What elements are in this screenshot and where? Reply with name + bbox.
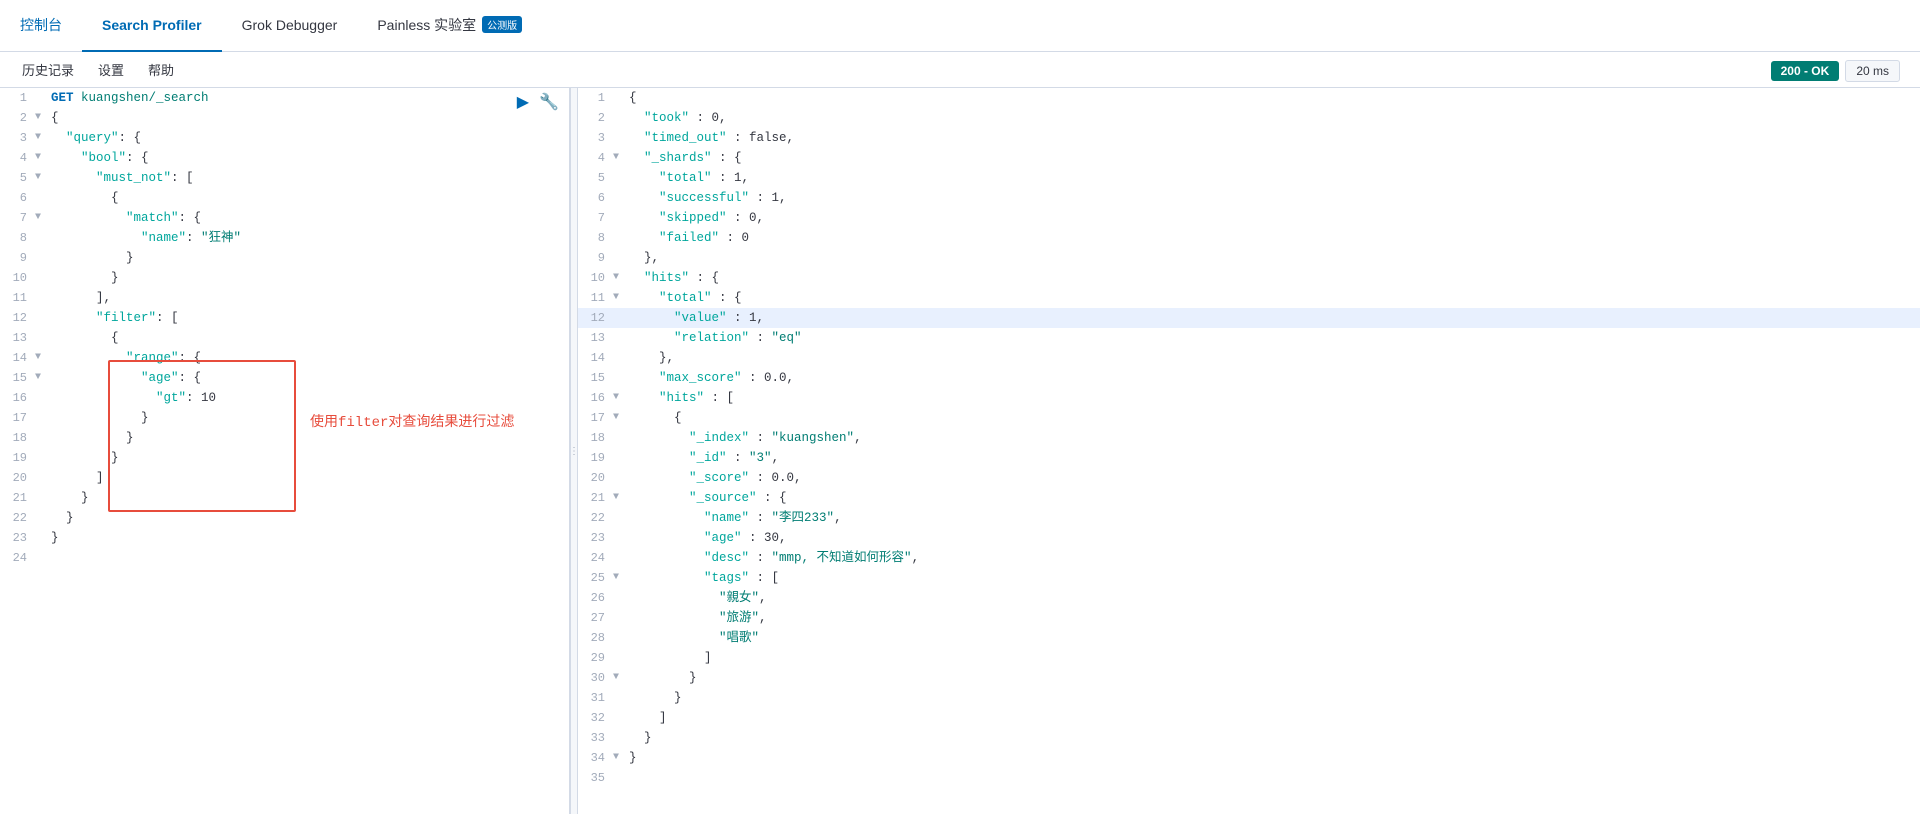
left-editor-panel: ▶ 🔧 使用filter对查询结果进行过滤 1 GET kuangshen/_s… <box>0 88 570 814</box>
right-line-7: 7 "skipped" : 0, <box>578 208 1920 228</box>
code-line-2: 2 ▼ { <box>0 108 569 128</box>
code-line-16: 16 "gt": 10 <box>0 388 569 408</box>
code-line-9: 9 } <box>0 248 569 268</box>
beta-badge: 公测版 <box>482 16 522 33</box>
right-line-22: 22 "name" : "李四233", <box>578 508 1920 528</box>
code-line-21: 21 } <box>0 488 569 508</box>
code-line-8: 8 "name": "狂神" <box>0 228 569 248</box>
right-editor-panel[interactable]: 1 { 2 "took" : 0, 3 "timed_out" : false,… <box>578 88 1920 814</box>
right-line-29: 29 ] <box>578 648 1920 668</box>
code-line-14: 14 ▼ "range": { <box>0 348 569 368</box>
code-line-1: 1 GET kuangshen/_search <box>0 88 569 108</box>
tab-grok-debugger[interactable]: Grok Debugger <box>222 0 358 52</box>
code-line-3: 3 ▼ "query": { <box>0 128 569 148</box>
settings-button[interactable]: 设置 <box>88 56 134 83</box>
status-time-badge: 20 ms <box>1845 60 1900 82</box>
right-line-2: 2 "took" : 0, <box>578 108 1920 128</box>
right-line-33: 33 } <box>578 728 1920 748</box>
right-line-15: 15 "max_score" : 0.0, <box>578 368 1920 388</box>
code-line-7: 7 ▼ "match": { <box>0 208 569 228</box>
code-line-12: 12 "filter": [ <box>0 308 569 328</box>
right-line-23: 23 "age" : 30, <box>578 528 1920 548</box>
code-line-6: 6 { <box>0 188 569 208</box>
right-line-10: 10 ▼ "hits" : { <box>578 268 1920 288</box>
right-line-4: 4 ▼ "_shards" : { <box>578 148 1920 168</box>
status-ok-badge: 200 - OK <box>1771 61 1840 81</box>
right-line-31: 31 } <box>578 688 1920 708</box>
code-line-11: 11 ], <box>0 288 569 308</box>
right-line-1: 1 { <box>578 88 1920 108</box>
code-line-17: 17 } <box>0 408 569 428</box>
right-line-12: 12 "value" : 1, <box>578 308 1920 328</box>
right-line-17: 17 ▼ { <box>578 408 1920 428</box>
right-line-9: 9 }, <box>578 248 1920 268</box>
code-line-24: 24 <box>0 548 569 568</box>
right-line-18: 18 "_index" : "kuangshen", <box>578 428 1920 448</box>
right-line-5: 5 "total" : 1, <box>578 168 1920 188</box>
code-line-15: 15 ▼ "age": { <box>0 368 569 388</box>
code-line-13: 13 { <box>0 328 569 348</box>
run-button[interactable]: ▶ <box>515 90 531 114</box>
panel-divider[interactable]: ⋮ <box>570 88 578 814</box>
right-line-21: 21 ▼ "_source" : { <box>578 488 1920 508</box>
right-line-20: 20 "_score" : 0.0, <box>578 468 1920 488</box>
history-button[interactable]: 历史记录 <box>12 56 84 83</box>
right-line-26: 26 "親女", <box>578 588 1920 608</box>
main-content: ▶ 🔧 使用filter对查询结果进行过滤 1 GET kuangshen/_s… <box>0 88 1920 814</box>
wrench-button[interactable]: 🔧 <box>537 90 561 114</box>
secondary-nav: 历史记录 设置 帮助 <box>0 52 1920 88</box>
help-button[interactable]: 帮助 <box>138 56 184 83</box>
right-line-25: 25 ▼ "tags" : [ <box>578 568 1920 588</box>
right-line-30: 30 ▼ } <box>578 668 1920 688</box>
tab-search-profiler[interactable]: Search Profiler <box>82 0 222 52</box>
right-line-11: 11 ▼ "total" : { <box>578 288 1920 308</box>
right-line-32: 32 ] <box>578 708 1920 728</box>
right-line-19: 19 "_id" : "3", <box>578 448 1920 468</box>
right-line-14: 14 }, <box>578 348 1920 368</box>
right-line-13: 13 "relation" : "eq" <box>578 328 1920 348</box>
top-nav: 控制台 Search Profiler Grok Debugger Painle… <box>0 0 1920 52</box>
right-line-8: 8 "failed" : 0 <box>578 228 1920 248</box>
code-line-19: 19 } <box>0 448 569 468</box>
right-line-34: 34 ▼ } <box>578 748 1920 768</box>
editor-toolbar: ▶ 🔧 <box>515 90 561 114</box>
right-line-28: 28 "唱歌" <box>578 628 1920 648</box>
code-line-4: 4 ▼ "bool": { <box>0 148 569 168</box>
code-line-10: 10 } <box>0 268 569 288</box>
right-line-24: 24 "desc" : "mmp, 不知道如何形容", <box>578 548 1920 568</box>
right-line-6: 6 "successful" : 1, <box>578 188 1920 208</box>
code-line-18: 18 } <box>0 428 569 448</box>
code-line-5: 5 ▼ "must_not": [ <box>0 168 569 188</box>
code-line-22: 22 } <box>0 508 569 528</box>
status-bar: 200 - OK 20 ms <box>1771 60 1900 82</box>
right-line-3: 3 "timed_out" : false, <box>578 128 1920 148</box>
code-line-20: 20 ] <box>0 468 569 488</box>
tab-painless-lab[interactable]: Painless 实验室 公测版 <box>357 0 542 52</box>
right-line-27: 27 "旅游", <box>578 608 1920 628</box>
left-editor[interactable]: ▶ 🔧 使用filter对查询结果进行过滤 1 GET kuangshen/_s… <box>0 88 569 814</box>
code-line-23: 23 } <box>0 528 569 548</box>
tab-console[interactable]: 控制台 <box>0 0 82 52</box>
right-line-16: 16 ▼ "hits" : [ <box>578 388 1920 408</box>
right-line-35: 35 <box>578 768 1920 788</box>
